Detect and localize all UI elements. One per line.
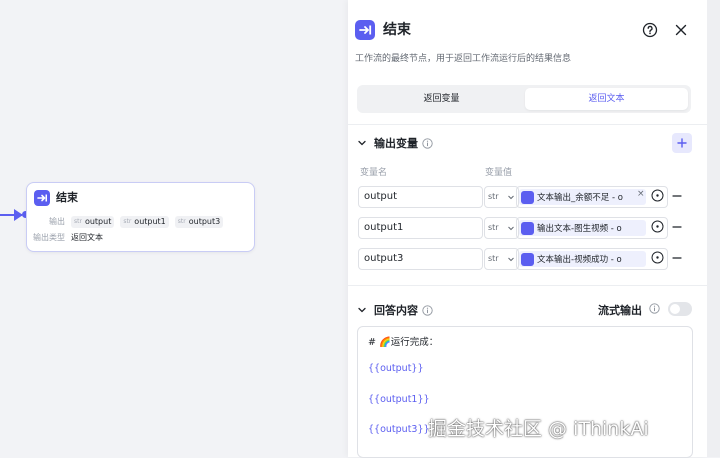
variable-type-select[interactable]: str (484, 186, 519, 208)
variable-name-input[interactable]: output1 (358, 217, 483, 239)
variable-type-select[interactable]: str (484, 248, 519, 270)
tab-return-variables[interactable]: 返回变量 (360, 88, 523, 110)
editor-line-variable: {{output1}} (368, 394, 430, 405)
add-circle-icon[interactable] (651, 189, 664, 202)
minus-icon[interactable] (671, 252, 683, 264)
variable-ref-text: 文本输出_余额不足 - o (537, 193, 623, 203)
node-output-chip: str output1 (120, 216, 169, 228)
output-section-header[interactable]: 输出变量 (356, 135, 433, 151)
tab-return-text[interactable]: 返回文本 (525, 88, 688, 110)
answer-section-title: 回答内容 (374, 304, 418, 317)
variable-name-input[interactable]: output (358, 186, 483, 208)
info-icon (649, 303, 660, 314)
add-circle-icon[interactable] (651, 251, 664, 264)
end-node-card[interactable]: 结束 输出 str output str output1 str output3… (26, 182, 255, 252)
info-icon (422, 137, 433, 149)
chip-type: str (123, 218, 132, 225)
variable-value-field[interactable]: 文本输出-视频成功 - o (516, 248, 668, 270)
help-icon[interactable] (642, 22, 658, 38)
node-title: 结束 (56, 191, 78, 204)
variable-ref-icon (521, 221, 534, 235)
variable-ref-icon (521, 190, 534, 204)
variable-ref-chip[interactable]: 文本输出-视频成功 - o (519, 251, 646, 267)
divider (348, 124, 707, 125)
minus-icon[interactable] (671, 190, 683, 202)
info-icon (422, 304, 433, 316)
variable-type-select[interactable]: str (484, 217, 519, 239)
scrollbar-track[interactable] (707, 0, 720, 457)
node-output-chip: str output3 (174, 216, 224, 228)
node-mode-label: 输出类型 (33, 233, 65, 242)
minus-icon[interactable] (671, 221, 683, 233)
output-section-title: 输出变量 (374, 137, 418, 150)
node-mode-row: 输出类型 返回文本 (27, 232, 103, 244)
panel-description: 工作流的最终节点，用于返回工作流运行后的结果信息 (355, 54, 572, 64)
close-icon[interactable] (673, 22, 689, 38)
add-circle-icon[interactable] (651, 220, 664, 233)
toggle-knob (670, 304, 680, 314)
node-settings-panel: 结束 工作流的最终节点，用于返回工作流运行后的结果信息 返回变量 返回文本 输出… (348, 0, 707, 458)
chip-type: str (177, 218, 186, 225)
chevron-down-icon (508, 195, 514, 200)
node-outputs-row: 输出 str output str output1 str output3 (27, 216, 229, 228)
stream-output-label: 流式输出 (598, 304, 642, 317)
editor-line-heading: # 🌈运行完成： (368, 337, 439, 348)
chip-name: output3 (188, 217, 221, 226)
chevron-down-icon (508, 226, 514, 231)
remove-ref-icon[interactable]: × (637, 189, 645, 199)
variable-ref-icon (521, 252, 534, 266)
watermark: 掘金技术社区 @ iThinkAi (428, 418, 649, 440)
end-node-icon (355, 20, 375, 40)
divider (348, 285, 707, 286)
chevron-down-icon (358, 307, 366, 313)
node-mode-value: 返回文本 (71, 233, 103, 242)
editor-line-variable: {{output3}} (368, 424, 430, 435)
editor-line-variable: {{output}} (368, 363, 424, 374)
answer-section-header[interactable]: 回答内容 (356, 302, 433, 318)
variable-ref-text: 输出文本-图生视频 - o (537, 224, 622, 234)
variable-ref-chip[interactable]: 输出文本-图生视频 - o (519, 220, 646, 236)
chevron-down-icon (358, 140, 366, 146)
end-node-icon (34, 190, 50, 206)
type-value: str (488, 223, 499, 232)
type-value: str (488, 192, 499, 201)
node-output-chip: str output (71, 216, 115, 228)
return-mode-tabs: 返回变量 返回文本 (357, 85, 691, 113)
variable-ref-text: 文本输出-视频成功 - o (537, 255, 622, 265)
plus-icon (677, 138, 687, 148)
variable-name-input[interactable]: output3 (358, 248, 483, 270)
panel-title: 结束 (383, 22, 411, 38)
chip-name: output (84, 217, 112, 226)
type-value: str (488, 254, 499, 263)
variable-value-field[interactable]: 文本输出_余额不足 - o × (516, 186, 668, 208)
variable-ref-chip[interactable]: 文本输出_余额不足 - o (519, 189, 646, 205)
column-header-value: 变量值 (485, 168, 513, 178)
node-output-label: 输出 (49, 217, 65, 226)
workflow-canvas[interactable]: 结束 输出 str output str output1 str output3… (0, 0, 348, 457)
stream-output-toggle[interactable] (668, 302, 692, 316)
column-header-name: 变量名 (360, 168, 388, 178)
add-variable-button[interactable] (672, 133, 692, 153)
chip-name: output1 (134, 217, 166, 226)
chip-type: str (74, 218, 82, 225)
variable-value-field[interactable]: 输出文本-图生视频 - o (516, 217, 668, 239)
chevron-down-icon (508, 257, 514, 262)
